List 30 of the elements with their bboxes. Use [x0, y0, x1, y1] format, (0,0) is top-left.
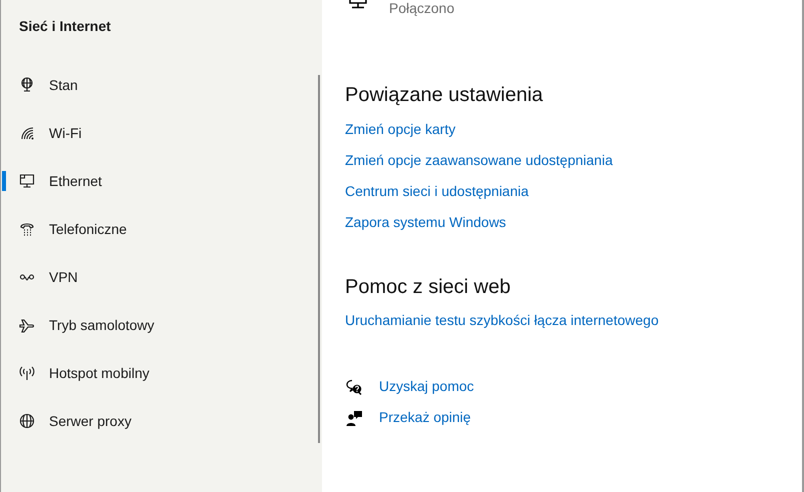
sidebar-item[interactable]: Serwer proxy — [2, 397, 322, 445]
sidebar-item[interactable]: Wi-Fi — [2, 109, 322, 157]
sidebar-item[interactable]: Stan — [2, 61, 322, 109]
settings-link[interactable]: Zmień opcje karty — [345, 121, 456, 138]
help-link[interactable]: Uzyskaj pomoc — [379, 378, 474, 395]
monitor-icon — [349, 0, 367, 10]
vpn-icon — [19, 273, 35, 281]
globe-icon — [19, 413, 35, 429]
airplane-icon — [19, 317, 35, 333]
section-heading: Powiązane ustawienia — [345, 83, 543, 108]
sidebar-item[interactable]: VPN — [2, 253, 322, 301]
scrollbar[interactable] — [318, 75, 320, 443]
sidebar-item[interactable]: Hotspot mobilny — [2, 349, 322, 397]
settings-link[interactable]: Centrum sieci i udostępniania — [345, 183, 529, 200]
wifi-icon — [19, 125, 35, 141]
sidebar-item[interactable]: Ethernet — [2, 157, 322, 205]
person-speech-icon — [346, 410, 362, 426]
sidebar-item[interactable]: Telefoniczne — [2, 205, 322, 253]
connection-status: Połączono — [389, 0, 454, 16]
settings-link[interactable]: Uruchamianie testu szybkości łącza internetowego — [345, 312, 659, 329]
section-heading: Pomoc z sieci web — [345, 275, 511, 300]
monitor-icon — [19, 173, 35, 189]
settings-link[interactable]: Zmień opcje zaawansowane udostępniania — [345, 152, 613, 169]
globe-monitor-icon — [19, 77, 35, 93]
antenna-icon — [19, 365, 35, 381]
sidebar-item[interactable]: Tryb samolotowy — [2, 301, 322, 349]
settings-link[interactable]: Zapora systemu Windows — [345, 214, 506, 231]
sidebar-title: Sieć i Internet — [18, 17, 112, 36]
help-link[interactable]: Przekaż opinię — [379, 409, 471, 426]
telephone-icon — [19, 221, 35, 237]
